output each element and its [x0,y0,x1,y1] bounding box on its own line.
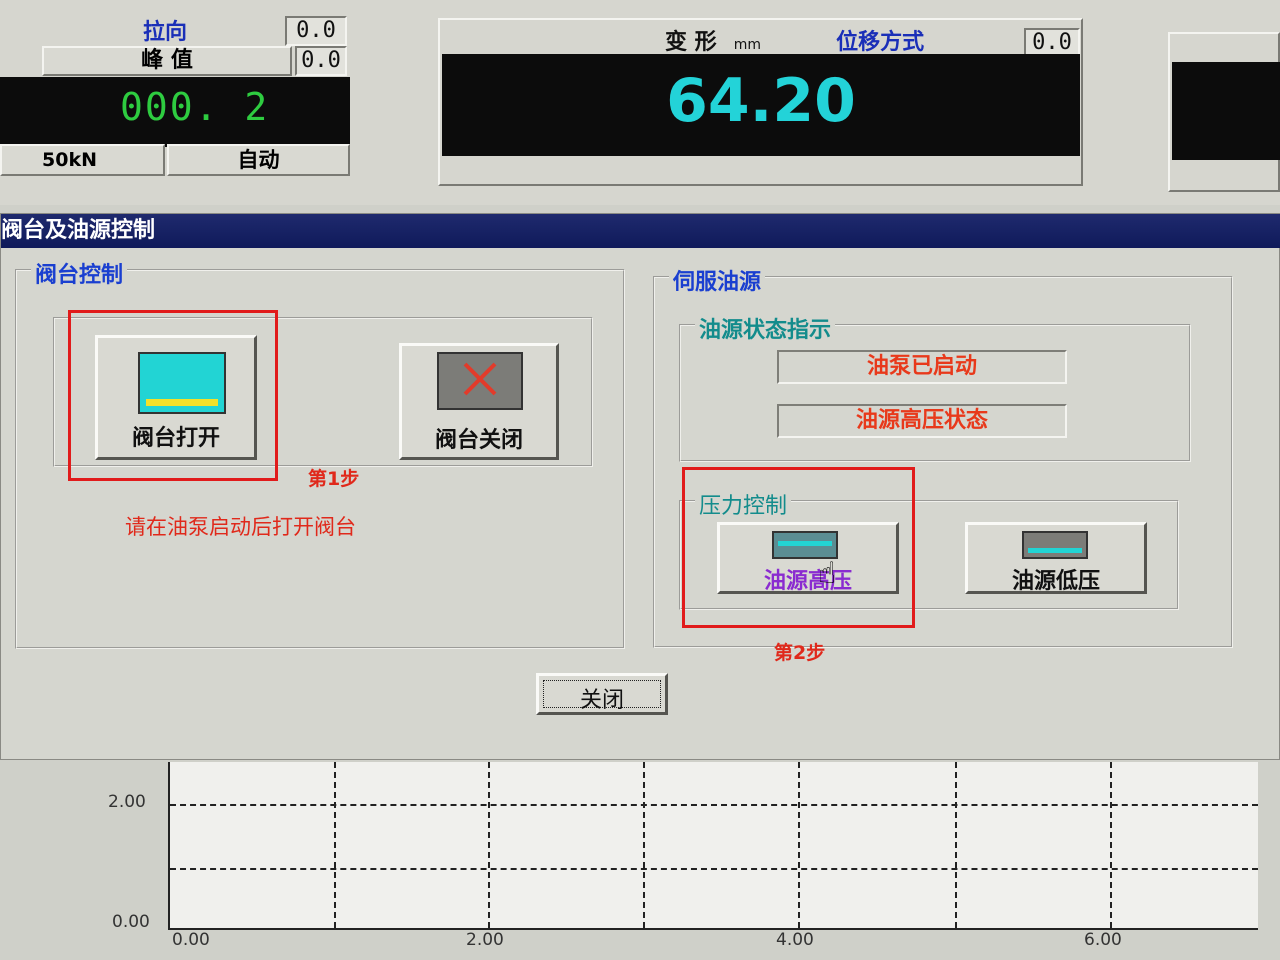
dialog-close-label: 关闭 [579,688,624,713]
oil-status-title: 油源状态指示 [695,312,836,344]
right-lcd [1172,62,1280,160]
valve-oil-dialog: 阀台及油源控制 阀台控制 阀台打开 阀台关闭 请在油泵启动后打开阀台 伺服油源 [0,213,1280,760]
step2-highlight [682,467,915,628]
valve-close-icon [437,352,523,410]
step2-label: 第2步 [774,642,826,664]
valve-close-label: 阀台关闭 [434,428,523,453]
grid-v-3 [643,762,645,928]
step1-label: 第1步 [308,468,360,490]
deform-panel: 变 形 mm 位移方式 0.0 64.20 [438,18,1083,186]
force-lcd-value: 000. 2 [120,85,270,129]
x-tick-2: 2.00 [466,930,504,950]
grid-v-2 [488,762,490,928]
oil-status-group: 油源状态指示 油泵已启动 油源高压状态 [679,312,1191,462]
force-lcd: 000. 2 [0,77,350,147]
pump-started-indicator: 油泵已启动 [777,350,1067,384]
low-pressure-icon [1022,531,1088,559]
valve-group-title: 阀台控制 [31,257,128,289]
y-tick-0: 0.00 [112,912,150,932]
valve-close-button[interactable]: 阀台关闭 [399,343,559,460]
direction-label-text: 拉向 [142,20,187,45]
deform-mode-label: 位移方式 [836,30,925,55]
high-pressure-indicator: 油源高压状态 [777,404,1067,438]
chart-plot [168,762,1258,930]
y-tick-2: 2.00 [108,792,146,812]
dialog-titlebar[interactable]: 阀台及油源控制 [1,214,1280,248]
force-panel: 拉向 0.0 峰 值 0.0 000. 2 50kN 自动 [0,12,352,177]
range-label: 50kN [0,144,165,176]
low-pressure-label: 油源低压 [1011,569,1100,594]
direction-label: 拉向 [100,14,230,45]
deform-lcd: 64.20 [442,54,1080,156]
direction-value: 0.0 [285,16,347,46]
peak-value: 0.0 [295,46,347,76]
grid-v-6 [1110,762,1112,928]
grid-v-4 [798,762,800,928]
deform-header: 变 形 mm 位移方式 [665,24,1025,56]
deform-label: 变 形 [665,30,717,55]
x-tick-0: 0.00 [172,930,210,950]
servo-group-title: 伺服油源 [669,264,766,296]
x-tick-4: 4.00 [776,930,814,950]
peak-label: 峰 值 [42,46,292,76]
chart-area: 2.00 0.00 0.00 2.00 4.00 6.00 [0,760,1280,960]
oil-low-pressure-button[interactable]: 油源低压 [965,522,1147,594]
deform-lcd-value: 64.20 [666,66,856,136]
grid-v-5 [955,762,957,928]
right-panel [1168,32,1280,192]
grid-v-1 [334,762,336,928]
deform-unit: mm [733,37,762,53]
valve-hint: 请在油泵启动后打开阀台 [125,515,356,539]
x-tick-6: 6.00 [1084,930,1122,950]
step1-highlight [68,310,278,481]
mode-label: 自动 [167,144,350,176]
dialog-close-button[interactable]: 关闭 [536,673,668,715]
